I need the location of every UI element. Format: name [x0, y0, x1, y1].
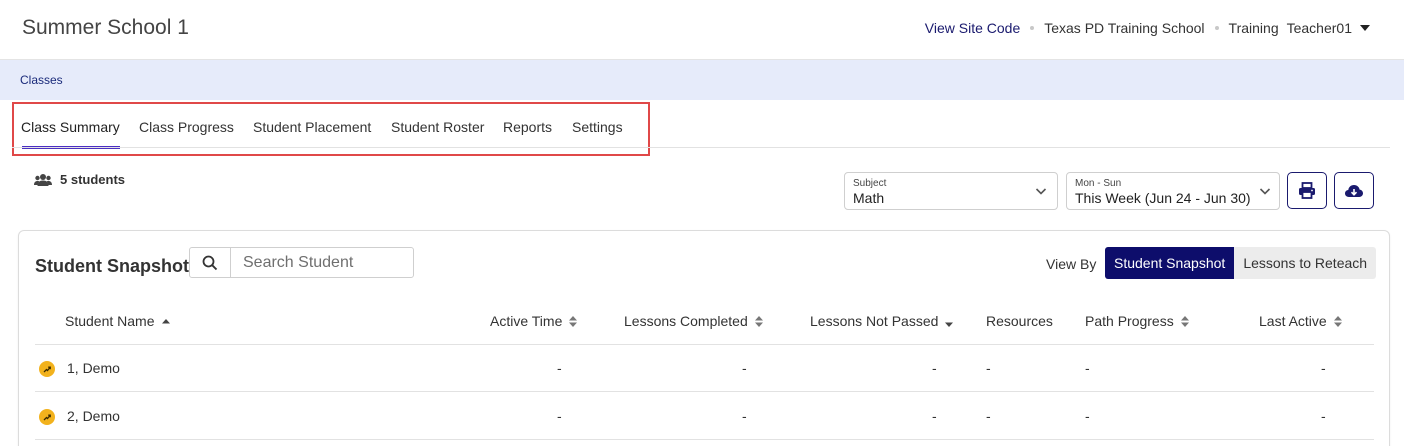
subject-select[interactable]: Subject Math: [844, 172, 1058, 210]
chevron-down-icon: [1035, 188, 1047, 195]
students-count-text: 5 students: [60, 172, 126, 187]
top-header: Summer School 1 View Site Code Texas PD …: [0, 0, 1404, 60]
search-icon: [202, 255, 218, 270]
search-input[interactable]: [232, 248, 412, 277]
user-first-name[interactable]: Training: [1229, 20, 1279, 36]
print-button[interactable]: [1287, 172, 1327, 209]
column-label: Lessons Not Passed: [810, 313, 939, 329]
tab-reports[interactable]: Reports: [503, 119, 552, 135]
column-label: Resources: [986, 313, 1053, 329]
column-student-name[interactable]: Student Name: [65, 313, 171, 329]
subject-value: Math: [853, 190, 885, 206]
path-progress-value: -: [1085, 360, 1090, 376]
chevron-down-icon: [1259, 188, 1271, 195]
column-label: Active Time: [490, 313, 563, 329]
path-progress-value: -: [1085, 408, 1090, 424]
table-row[interactable]: 1, Demo - - - - - -: [35, 345, 1374, 392]
sort-icon: [569, 315, 578, 327]
search-button[interactable]: [190, 248, 231, 277]
tab-class-progress[interactable]: Class Progress: [139, 119, 234, 135]
tab-settings[interactable]: Settings: [572, 119, 623, 135]
week-label: Mon - Sun: [1075, 178, 1122, 189]
tab-class-summary[interactable]: Class Summary: [21, 119, 120, 135]
header-right: View Site Code Texas PD Training School …: [925, 20, 1370, 36]
tab-student-roster[interactable]: Student Roster: [391, 119, 484, 135]
student-name[interactable]: 1, Demo: [67, 360, 120, 376]
column-label: Lessons Completed: [624, 313, 748, 329]
page-title: Summer School 1: [22, 16, 189, 39]
view-student-snapshot-button[interactable]: Student Snapshot: [1105, 247, 1235, 279]
lessons-completed-value: -: [742, 360, 747, 376]
subject-label: Subject: [853, 178, 887, 189]
view-by-label: View By: [1046, 256, 1097, 272]
view-by-toggle: Student Snapshot Lessons to Reteach: [1105, 247, 1377, 279]
breadcrumb-bar: Classes: [0, 60, 1404, 100]
column-label: Path Progress: [1085, 313, 1174, 329]
column-lessons-not-passed[interactable]: Lessons Not Passed: [810, 313, 954, 329]
separator-dot: [1030, 26, 1035, 30]
resources-value: -: [986, 408, 991, 424]
lessons-not-passed-value: -: [932, 408, 937, 424]
table-row[interactable]: 2, Demo - - - - - -: [35, 393, 1374, 440]
view-lessons-to-reteach-button[interactable]: Lessons to Reteach: [1234, 247, 1377, 279]
print-icon: [1299, 182, 1315, 199]
sort-icon: [1180, 315, 1189, 327]
breadcrumb-classes[interactable]: Classes: [20, 73, 63, 87]
sort-descending-icon: [945, 322, 954, 327]
user-last-name[interactable]: Teacher01: [1287, 20, 1352, 36]
last-active-value: -: [1321, 360, 1326, 376]
chevron-down-icon[interactable]: [1360, 25, 1370, 31]
column-label: Student Name: [65, 313, 155, 329]
sort-icon: [1333, 315, 1342, 327]
column-last-active[interactable]: Last Active: [1259, 313, 1343, 329]
column-resources: Resources: [986, 313, 1053, 329]
column-path-progress[interactable]: Path Progress: [1085, 313, 1190, 329]
card-title: Student Snapshot: [35, 256, 189, 276]
tab-student-placement[interactable]: Student Placement: [253, 119, 371, 135]
sort-ascending-icon: [161, 319, 170, 324]
lessons-not-passed-value: -: [932, 360, 937, 376]
student-name[interactable]: 2, Demo: [67, 408, 120, 424]
download-button[interactable]: [1334, 172, 1374, 209]
running-icon: [39, 409, 55, 425]
separator-dot: [1214, 26, 1219, 30]
column-label: Last Active: [1259, 313, 1327, 329]
search-box: [189, 247, 414, 278]
students-count: 5 students: [34, 172, 125, 187]
lessons-completed-value: -: [742, 408, 747, 424]
student-snapshot-card: Student Snapshot View By Student Snapsho…: [18, 230, 1390, 446]
school-name: Texas PD Training School: [1044, 20, 1205, 36]
column-active-time[interactable]: Active Time: [490, 313, 578, 329]
sort-icon: [754, 315, 763, 327]
cloud-download-icon: [1345, 184, 1363, 197]
resources-value: -: [986, 360, 991, 376]
week-value: This Week (Jun 24 - Jun 30): [1075, 190, 1251, 206]
week-select[interactable]: Mon - Sun This Week (Jun 24 - Jun 30): [1066, 172, 1280, 210]
users-icon: [34, 173, 52, 186]
active-time-value: -: [557, 408, 562, 424]
running-icon: [39, 361, 55, 377]
tabs-divider: [12, 147, 1390, 148]
last-active-value: -: [1321, 408, 1326, 424]
column-lessons-completed[interactable]: Lessons Completed: [624, 313, 764, 329]
view-site-code-link[interactable]: View Site Code: [925, 20, 1020, 36]
active-time-value: -: [557, 360, 562, 376]
